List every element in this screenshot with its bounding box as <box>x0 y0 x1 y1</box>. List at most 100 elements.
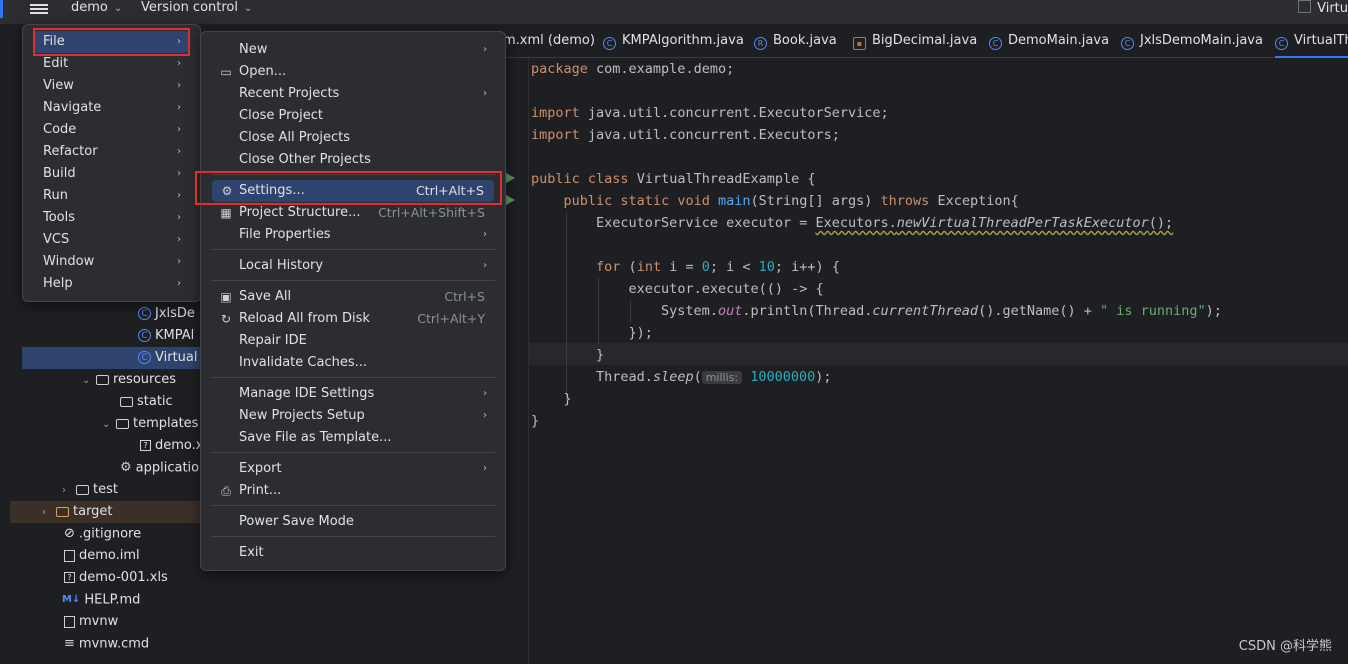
vcs-widget[interactable]: Version control ⌄ <box>141 0 252 18</box>
menu-separator <box>211 536 495 537</box>
tree-item[interactable]: › test <box>62 479 118 501</box>
tree-item[interactable]: C JxlsDe <box>138 303 195 325</box>
menu-item-recent-projects[interactable]: Recent Projects › <box>211 83 495 105</box>
save-icon: ▣ <box>220 290 232 304</box>
text-file-icon: ≡ <box>64 636 75 651</box>
menu-item-view[interactable]: View › <box>33 75 189 97</box>
run-config-widget[interactable]: Virtu <box>1298 0 1348 16</box>
menu-item-code[interactable]: Code › <box>33 119 189 141</box>
tree-item[interactable]: ⌄ resources <box>82 369 176 391</box>
menu-item-save-file-as-template[interactable]: Save File as Template... <box>211 427 495 449</box>
menu-item-help[interactable]: Help › <box>33 273 189 295</box>
ignore-file-icon: ⊘ <box>64 526 75 541</box>
menu-item-local-history[interactable]: Local History › <box>211 255 495 277</box>
chevron-down-icon[interactable]: ⌄ <box>82 370 96 392</box>
tree-item[interactable]: ? demo.x <box>140 435 203 457</box>
library-class-icon: ▪ <box>853 37 866 50</box>
record-icon: R <box>754 37 767 50</box>
chevron-down-icon[interactable]: ⌄ <box>102 414 116 436</box>
menu-separator <box>211 280 495 281</box>
menu-item-close-all-projects[interactable]: Close All Projects <box>211 127 495 149</box>
refresh-icon: ↻ <box>220 312 232 326</box>
chevron-right-icon: › <box>177 278 181 289</box>
menu-separator <box>211 452 495 453</box>
menu-item-invalidate-caches[interactable]: Invalidate Caches... <box>211 352 495 374</box>
run-config-label: Virtu <box>1317 1 1348 16</box>
tree-item[interactable]: M↓ HELP.md <box>62 589 140 611</box>
code-line: } <box>596 347 605 363</box>
tab-pom-xml[interactable]: m.xml (demo) <box>503 24 595 56</box>
menu-item-build[interactable]: Build › <box>33 163 189 185</box>
menu-item-window[interactable]: Window › <box>33 251 189 273</box>
menu-item-close-project[interactable]: Close Project <box>211 105 495 127</box>
tree-item-label: test <box>93 482 118 497</box>
project-switcher[interactable]: demo ⌄ <box>71 0 122 18</box>
menu-item-tools[interactable]: Tools › <box>33 207 189 229</box>
menu-item-exit[interactable]: Exit <box>211 542 495 564</box>
menu-separator <box>211 505 495 506</box>
tree-item[interactable]: ⚙ application <box>120 457 207 479</box>
tab-book[interactable]: R Book.java <box>754 24 837 56</box>
class-icon: C <box>1121 37 1134 50</box>
caret-line-highlight <box>529 343 1348 365</box>
tree-item[interactable]: static <box>120 391 173 413</box>
menu-item-save-all[interactable]: ▣ Save All Ctrl+S <box>211 286 495 308</box>
menu-item-export[interactable]: Export › <box>211 458 495 480</box>
menu-item-close-other-projects[interactable]: Close Other Projects <box>211 149 495 171</box>
folder-icon <box>120 396 133 407</box>
menu-item-new[interactable]: New › <box>211 39 495 61</box>
chevron-right-icon: › <box>483 44 487 55</box>
menu-item-power-save-mode[interactable]: Power Save Mode <box>211 511 495 533</box>
tree-item-label: resources <box>113 372 177 387</box>
folder-icon: ▭ <box>220 65 232 79</box>
folder-icon <box>56 506 69 517</box>
menu-item-reload-all[interactable]: ↻ Reload All from Disk Ctrl+Alt+Y <box>211 308 495 330</box>
tab-kmpalgorithm[interactable]: C KMPAlgorithm.java <box>603 24 744 56</box>
tree-item[interactable]: mvnw <box>64 611 118 633</box>
chevron-right-icon: › <box>177 124 181 135</box>
code-line: public class VirtualThreadExample { <box>531 171 816 187</box>
project-name: demo <box>71 0 108 15</box>
menu-item-vcs[interactable]: VCS › <box>33 229 189 251</box>
tree-item[interactable]: ? demo-001.xls <box>64 567 168 589</box>
chevron-right-icon: › <box>177 234 181 245</box>
tab-virtualthreadexample[interactable]: C VirtualThr <box>1275 24 1348 58</box>
run-gutter-icon[interactable] <box>506 173 515 183</box>
menu-item-open[interactable]: ▭ Open... <box>211 61 495 83</box>
tree-item-label: target <box>73 504 113 519</box>
title-bar: demo ⌄ Version control ⌄ Virtu <box>0 0 1348 25</box>
menu-item-new-projects-setup[interactable]: New Projects Setup › <box>211 405 495 427</box>
chevron-right-icon: › <box>483 260 487 271</box>
unknown-file-icon: ? <box>140 440 151 451</box>
tree-item-label: demo.x <box>155 438 204 453</box>
tree-item[interactable]: C KMPAl <box>138 325 194 347</box>
menu-item-refactor[interactable]: Refactor › <box>33 141 189 163</box>
tree-item[interactable]: ⌄ templates <box>102 413 198 435</box>
tree-item-label: KMPAl <box>155 328 195 343</box>
menu-item-manage-ide-settings[interactable]: Manage IDE Settings › <box>211 383 495 405</box>
code-line: public static void main(String[] args) t… <box>563 193 1019 209</box>
chevron-right-icon[interactable]: › <box>42 502 56 524</box>
tree-item-label: demo.iml <box>79 548 140 563</box>
menu-item-run[interactable]: Run › <box>33 185 189 207</box>
run-gutter-icon[interactable] <box>506 195 515 205</box>
chevron-right-icon[interactable]: › <box>62 480 76 502</box>
menu-item-repair-ide[interactable]: Repair IDE <box>211 330 495 352</box>
highlight-annotation <box>195 171 502 205</box>
tab-jxlsdemomain[interactable]: C JxlsDemoMain.java <box>1121 24 1263 56</box>
chevron-right-icon: › <box>177 80 181 91</box>
tree-item[interactable]: demo.iml <box>64 545 140 567</box>
menu-item-navigate[interactable]: Navigate › <box>33 97 189 119</box>
menu-item-print[interactable]: ⎙ Print... <box>211 480 495 502</box>
tab-demomain[interactable]: C DemoMain.java <box>989 24 1109 56</box>
chevron-right-icon: › <box>177 212 181 223</box>
menu-item-edit[interactable]: Edit › <box>33 53 189 75</box>
code-line: for (int i = 0; i < 10; i++) { <box>596 259 840 275</box>
menu-item-project-structure[interactable]: ▦ Project Structure... Ctrl+Alt+Shift+S <box>211 202 495 224</box>
tree-item[interactable]: ≡ mvnw.cmd <box>64 633 149 655</box>
class-icon: C <box>603 37 616 50</box>
tree-item[interactable]: ⊘ .gitignore <box>64 523 141 545</box>
tab-bigdecimal[interactable]: ▪ BigDecimal.java <box>853 24 977 56</box>
menu-item-file-properties[interactable]: File Properties › <box>211 224 495 246</box>
main-menu-icon[interactable] <box>30 2 48 16</box>
